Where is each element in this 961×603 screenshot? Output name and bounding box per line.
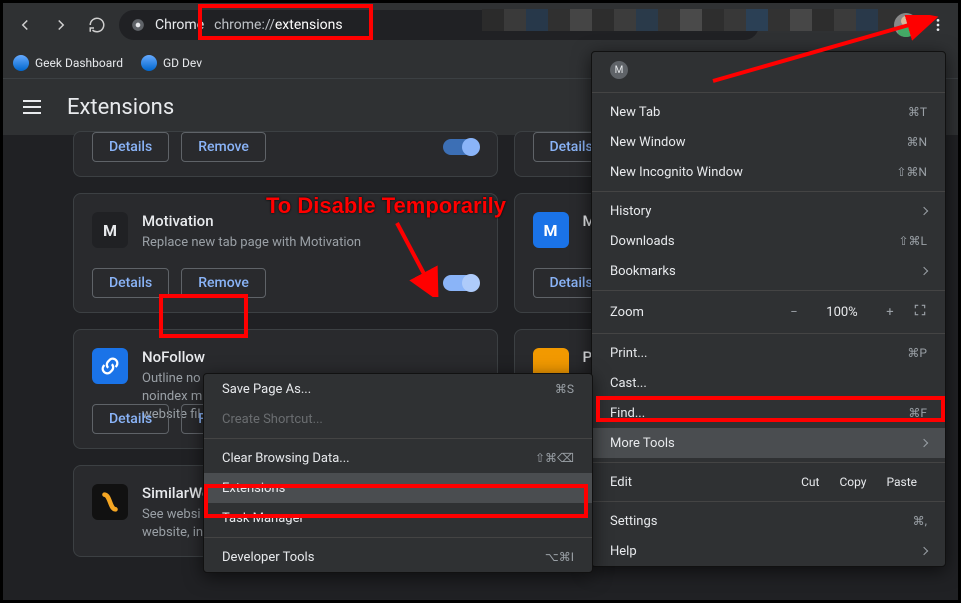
- menu-item-settings[interactable]: Settings⌘,: [592, 506, 945, 536]
- menu-item-new-tab[interactable]: New Tab⌘T: [592, 97, 945, 127]
- zoom-value: 100%: [817, 305, 867, 320]
- remove-button[interactable]: Remove: [181, 268, 266, 298]
- extension-icon: [92, 484, 128, 520]
- extension-title: NoFollow: [142, 348, 205, 366]
- forward-button[interactable]: [47, 11, 75, 39]
- back-button[interactable]: [11, 11, 39, 39]
- submenu-item-clear-browsing-data[interactable]: Clear Browsing Data...⇧⌘⌫: [204, 443, 592, 473]
- reload-button[interactable]: [83, 11, 111, 39]
- zoom-out-button[interactable]: −: [781, 305, 807, 320]
- browser-toolbar: Chrome chrome://extensions: [3, 3, 958, 47]
- menu-item-downloads[interactable]: Downloads⇧⌘L: [592, 226, 945, 256]
- details-button[interactable]: Details: [92, 132, 169, 162]
- menu-item-zoom: Zoom − 100% +: [592, 295, 945, 329]
- zoom-in-button[interactable]: +: [877, 305, 903, 320]
- menu-item-find[interactable]: Find...⌘F: [592, 398, 945, 428]
- extension-icon: [92, 348, 128, 384]
- extension-icon: M: [92, 212, 128, 248]
- extension-icons-strip: [482, 9, 900, 31]
- edit-cut-button[interactable]: Cut: [791, 475, 829, 489]
- menu-item-cast[interactable]: Cast...: [592, 368, 945, 398]
- bookmark-item-gd-dev[interactable]: GD Dev: [141, 55, 202, 71]
- details-button[interactable]: Details: [92, 268, 169, 298]
- extension-toggle[interactable]: [443, 139, 479, 155]
- hamburger-menu-icon[interactable]: [23, 95, 47, 119]
- menu-item-new-incognito[interactable]: New Incognito Window⇧⌘N: [592, 157, 945, 187]
- menu-item-more-tools[interactable]: More Tools: [592, 428, 945, 458]
- edit-paste-button[interactable]: Paste: [876, 475, 927, 489]
- chrome-menu-button[interactable]: [924, 11, 952, 39]
- chevron-right-icon: [920, 267, 928, 275]
- menu-item-print[interactable]: Print...⌘P: [592, 338, 945, 368]
- zoom-label: Zoom: [610, 305, 771, 320]
- menu-item-new-window[interactable]: New Window⌘N: [592, 127, 945, 157]
- menu-item-history[interactable]: History: [592, 196, 945, 226]
- extension-card: Details Remove: [73, 131, 498, 177]
- submenu-item-extensions[interactable]: Extensions: [204, 473, 592, 503]
- edit-label: Edit: [610, 475, 791, 490]
- bookmark-item-geek-dashboard[interactable]: Geek Dashboard: [13, 55, 123, 71]
- omnibox-url-prefix: chrome://: [214, 17, 275, 33]
- chevron-right-icon: [920, 547, 928, 555]
- fullscreen-icon[interactable]: [913, 303, 927, 321]
- edit-copy-button[interactable]: Copy: [829, 475, 876, 489]
- page-title: Extensions: [67, 95, 174, 120]
- chevron-right-icon: [920, 207, 928, 215]
- extension-description: Replace new tab page with Motivation: [142, 234, 361, 252]
- omnibox-url-page: extensions: [275, 17, 343, 33]
- menu-profile-badge[interactable]: M: [610, 61, 628, 79]
- chevron-right-icon: [920, 439, 928, 447]
- chrome-main-menu: M New Tab⌘T New Window⌘N New Incognito W…: [591, 51, 946, 567]
- extension-icon: M: [533, 212, 569, 248]
- extension-toggle[interactable]: [443, 275, 479, 291]
- menu-item-help[interactable]: Help: [592, 536, 945, 566]
- menu-item-edit: Edit Cut Copy Paste: [592, 467, 945, 497]
- submenu-item-task-manager[interactable]: Task Manager: [204, 503, 592, 533]
- menu-item-bookmarks[interactable]: Bookmarks: [592, 256, 945, 286]
- details-button[interactable]: Details: [92, 404, 169, 434]
- omnibox-chrome-label: Chrome: [155, 17, 204, 33]
- chrome-icon: [131, 18, 145, 32]
- annotation-disable-text: To Disable Temporarily: [266, 193, 506, 219]
- more-tools-submenu: Save Page As...⌘S Create Shortcut... Cle…: [203, 373, 593, 573]
- submenu-item-create-shortcut: Create Shortcut...: [204, 404, 592, 434]
- profile-avatar[interactable]: [894, 13, 918, 37]
- remove-button[interactable]: Remove: [181, 132, 266, 162]
- bookmark-label: GD Dev: [163, 56, 202, 70]
- submenu-item-developer-tools[interactable]: Developer Tools⌥⌘I: [204, 542, 592, 572]
- submenu-item-save-page[interactable]: Save Page As...⌘S: [204, 374, 592, 404]
- bookmark-label: Geek Dashboard: [35, 56, 123, 70]
